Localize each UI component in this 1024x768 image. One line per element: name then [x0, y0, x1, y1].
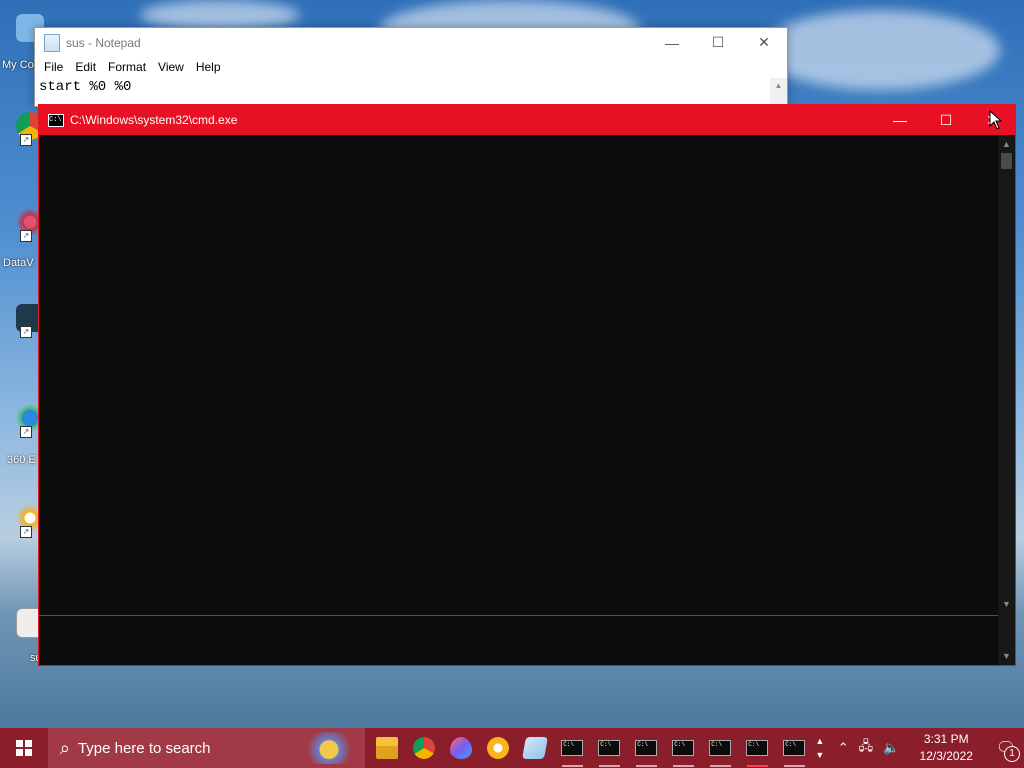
menu-file[interactable]: File: [38, 60, 69, 74]
taskbar-scroll-arrows[interactable]: ▲ ▼: [813, 728, 827, 768]
taskbar-app-cmd[interactable]: C:\: [739, 728, 776, 768]
menu-edit[interactable]: Edit: [69, 60, 102, 74]
cmd-title: C:\Windows\system32\cmd.exe: [70, 113, 238, 127]
cmd-icon: C:\: [746, 740, 769, 756]
desktop-icon-chrome-canary[interactable]: ↗: [6, 504, 44, 538]
scroll-down-icon[interactable]: ▼: [998, 651, 1015, 661]
file-explorer-icon: [376, 737, 399, 759]
desktop-icon-datav[interactable]: ↗ DataV: [3, 208, 44, 269]
cmd-icon: C:\: [48, 113, 64, 127]
taskbar-app-cmd[interactable]: C:\: [665, 728, 702, 768]
chevron-down-icon[interactable]: ▼: [815, 748, 824, 762]
taskbar-app-file-explorer[interactable]: [369, 728, 406, 768]
cmd-maximize-button[interactable]: ☐: [923, 105, 969, 135]
clock-time: 3:31 PM: [923, 732, 969, 746]
cmd-minimize-button[interactable]: —: [877, 105, 923, 135]
desktop-icon-sus-bat[interactable]: su: [6, 608, 46, 664]
taskbar-app-cmd[interactable]: C:\: [776, 728, 813, 768]
desktop-icon-chrome[interactable]: ↗: [6, 112, 44, 146]
water-drop-icon: [450, 737, 473, 759]
cloud-decoration: [140, 0, 300, 30]
notepad-maximize-button[interactable]: ☐: [695, 28, 741, 57]
active-indicator: [709, 765, 731, 767]
taskbar-app-cmd[interactable]: C:\: [628, 728, 665, 768]
taskbar-clock[interactable]: 3:31 PM 12/3/2022: [912, 731, 980, 765]
desktop-icon-label: 360 E: [7, 454, 36, 466]
taskbar: ⌕ Type here to search C:\ C:\ C:\ C:\ C:…: [0, 728, 1024, 768]
taskbar-app-cmd[interactable]: C:\: [702, 728, 739, 768]
start-button[interactable]: [0, 728, 48, 768]
cmd-console-output[interactable]: [39, 135, 998, 665]
menu-help[interactable]: Help: [190, 60, 227, 74]
shortcut-arrow-icon: ↗: [20, 134, 32, 146]
notepad-scrollbar[interactable]: ▲: [770, 78, 787, 106]
shortcut-arrow-icon: ↗: [20, 426, 32, 438]
search-highlight-icon[interactable]: [298, 732, 359, 764]
cmd-icon: C:\: [598, 740, 621, 756]
active-indicator: [783, 765, 805, 767]
active-indicator: [598, 765, 620, 767]
cmd-icon: C:\: [635, 740, 658, 756]
taskbar-app-cmd[interactable]: C:\: [591, 728, 628, 768]
scroll-down-icon[interactable]: ▼: [998, 599, 1015, 609]
mouse-cursor-icon: [989, 110, 1003, 130]
menu-view[interactable]: View: [152, 60, 190, 74]
chrome-canary-icon: [487, 737, 510, 759]
cmd-titlebar[interactable]: C:\ C:\Windows\system32\cmd.exe — ☐ ✕: [39, 105, 1015, 135]
show-hidden-icons-chevron-icon[interactable]: ⌃: [838, 740, 849, 756]
chevron-up-icon[interactable]: ▲: [815, 734, 824, 748]
notepad-titlebar[interactable]: sus - Notepad — ☐ ✕: [35, 28, 787, 57]
notepad-icon: [522, 737, 549, 759]
notepad-icon: [44, 33, 60, 52]
notepad-minimize-button[interactable]: —: [649, 28, 695, 57]
desktop-icon-label: My Co: [2, 59, 34, 71]
desktop-icons: My Co ↗ ↗ DataV ↗ ↗ 360 E ↗ su: [0, 0, 46, 720]
shortcut-arrow-icon: ↗: [20, 526, 32, 538]
notepad-menubar: File Edit Format View Help: [35, 57, 787, 77]
taskbar-app-water-drop[interactable]: [443, 728, 480, 768]
action-center-button[interactable]: 🗨 1: [988, 728, 1024, 768]
desktop-icon-360[interactable]: ↗ 360 E: [6, 404, 44, 466]
cmd-scrollbar[interactable]: ▲ ▼ ▼: [998, 135, 1015, 665]
search-icon: ⌕: [59, 737, 70, 758]
scroll-thumb[interactable]: [1001, 153, 1012, 169]
active-indicator: [746, 765, 768, 767]
taskbar-app-chrome-canary[interactable]: [480, 728, 517, 768]
active-indicator: [672, 765, 694, 767]
windows-logo-icon: [15, 740, 32, 756]
taskbar-search-box[interactable]: ⌕ Type here to search: [47, 728, 365, 768]
cmd-divider: [39, 615, 998, 616]
shortcut-arrow-icon: ↗: [20, 230, 32, 242]
cmd-icon: C:\: [709, 740, 732, 756]
menu-format[interactable]: Format: [102, 60, 152, 74]
network-icon[interactable]: 🖧: [859, 737, 874, 759]
volume-icon[interactable]: 🔈: [883, 740, 899, 756]
taskbar-app-cmd[interactable]: C:\: [554, 728, 591, 768]
taskbar-app-chrome[interactable]: [406, 728, 443, 768]
cmd-icon: C:\: [561, 740, 584, 756]
cmd-window: C:\ C:\Windows\system32\cmd.exe — ☐ ✕ ▲ …: [38, 104, 1016, 666]
notepad-title: sus - Notepad: [66, 35, 141, 50]
scroll-up-icon[interactable]: ▲: [998, 139, 1015, 149]
desktop-icon-filmora[interactable]: ↗: [6, 304, 44, 338]
notepad-close-button[interactable]: ✕: [741, 28, 787, 57]
cmd-icon: C:\: [783, 740, 806, 756]
cmd-icon: C:\: [672, 740, 695, 756]
taskbar-apps: C:\ C:\ C:\ C:\ C:\ C:\ C:\: [369, 728, 813, 768]
active-indicator: [561, 765, 583, 767]
notification-count-badge: 1: [1004, 746, 1020, 762]
search-placeholder: Type here to search: [77, 739, 211, 757]
system-tray: ⌃ 🖧 🔈: [833, 737, 905, 759]
clock-date: 12/3/2022: [919, 749, 973, 763]
active-indicator: [635, 765, 657, 767]
chrome-icon: [413, 737, 436, 759]
notepad-window: sus - Notepad — ☐ ✕ File Edit Format Vie…: [34, 27, 788, 107]
cloud-decoration: [760, 10, 1000, 90]
shortcut-arrow-icon: ↗: [20, 326, 32, 338]
desktop-icon-label: DataV: [3, 257, 34, 269]
taskbar-app-notepad[interactable]: [517, 728, 554, 768]
